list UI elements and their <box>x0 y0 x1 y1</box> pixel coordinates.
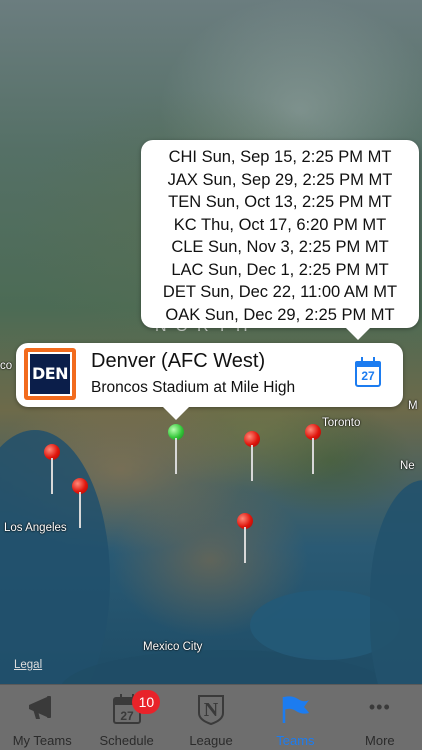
map-city-label: Ne <box>400 460 415 472</box>
stadium-name: Broncos Stadium at Mile High <box>91 379 296 396</box>
selected-stadium-pin[interactable] <box>168 424 186 476</box>
tab-label: My Teams <box>12 733 72 748</box>
map-city-label: Los Angeles <box>4 522 67 534</box>
tab-label: Teams <box>276 733 315 748</box>
map-city-label: M <box>408 400 418 412</box>
notification-badge: 10 <box>132 690 161 714</box>
calendar-day: 27 <box>361 369 375 383</box>
megaphone-icon <box>29 696 52 719</box>
game-row: DET Sun, Dec 22, 11:00 AM MT <box>162 283 398 301</box>
stadium-pin[interactable] <box>244 431 262 483</box>
tab-my-teams[interactable]: My Teams <box>0 685 84 750</box>
schedule-tooltip: CHI Sun, Sep 15, 2:25 PM MT JAX Sun, Sep… <box>141 140 419 340</box>
stadium-pin[interactable] <box>44 444 62 496</box>
tab-schedule[interactable]: 27 10 Schedule <box>84 685 168 750</box>
tab-more[interactable]: ••• More <box>338 685 422 750</box>
league-logo-icon: N <box>198 695 225 725</box>
tab-label: More <box>365 733 395 748</box>
flag-icon <box>283 696 310 723</box>
game-row: TEN Sun, Oct 13, 2:25 PM MT <box>168 193 392 211</box>
team-logo-text: DEN <box>28 352 72 396</box>
map-city-label: Toronto <box>322 417 361 429</box>
tab-teams[interactable]: Teams <box>253 685 337 750</box>
team-logo: DEN <box>24 348 76 400</box>
atlantic-ocean <box>370 480 422 684</box>
game-row: KC Thu, Oct 17, 6:20 PM MT <box>173 215 387 234</box>
map-city-label: Mexico City <box>143 641 203 653</box>
map-city-label: co <box>0 360 13 372</box>
stadium-pin[interactable] <box>305 424 323 476</box>
game-row: JAX Sun, Sep 29, 2:25 PM MT <box>167 170 393 189</box>
legal-link[interactable]: Legal <box>14 659 42 671</box>
tab-league[interactable]: N League <box>169 685 253 750</box>
game-row: CLE Sun, Nov 3, 2:25 PM MT <box>171 238 389 256</box>
game-row: OAK Sun, Dec 29, 2:25 PM MT <box>165 305 395 324</box>
map-view[interactable]: NORTH co Los Angeles Mexico City Toronto… <box>0 0 422 684</box>
stadium-pin[interactable] <box>72 478 90 530</box>
team-callout[interactable]: DEN Denver (AFC West) Broncos Stadium at… <box>16 343 403 420</box>
game-row: LAC Sun, Dec 1, 2:25 PM MT <box>171 260 389 279</box>
tab-bar: My Teams 27 10 Schedule N League Teams •… <box>0 684 422 750</box>
game-row: CHI Sun, Sep 15, 2:25 PM MT <box>168 148 392 166</box>
stadium-pin[interactable] <box>237 513 255 565</box>
ellipsis-icon: ••• <box>368 697 391 717</box>
calendar-button[interactable]: 27 <box>354 357 384 389</box>
team-name: Denver (AFC West) <box>91 350 266 372</box>
svg-text:27: 27 <box>120 709 134 723</box>
svg-text:N: N <box>204 699 219 721</box>
tab-label: Schedule <box>99 733 154 748</box>
tab-label: League <box>189 733 233 748</box>
